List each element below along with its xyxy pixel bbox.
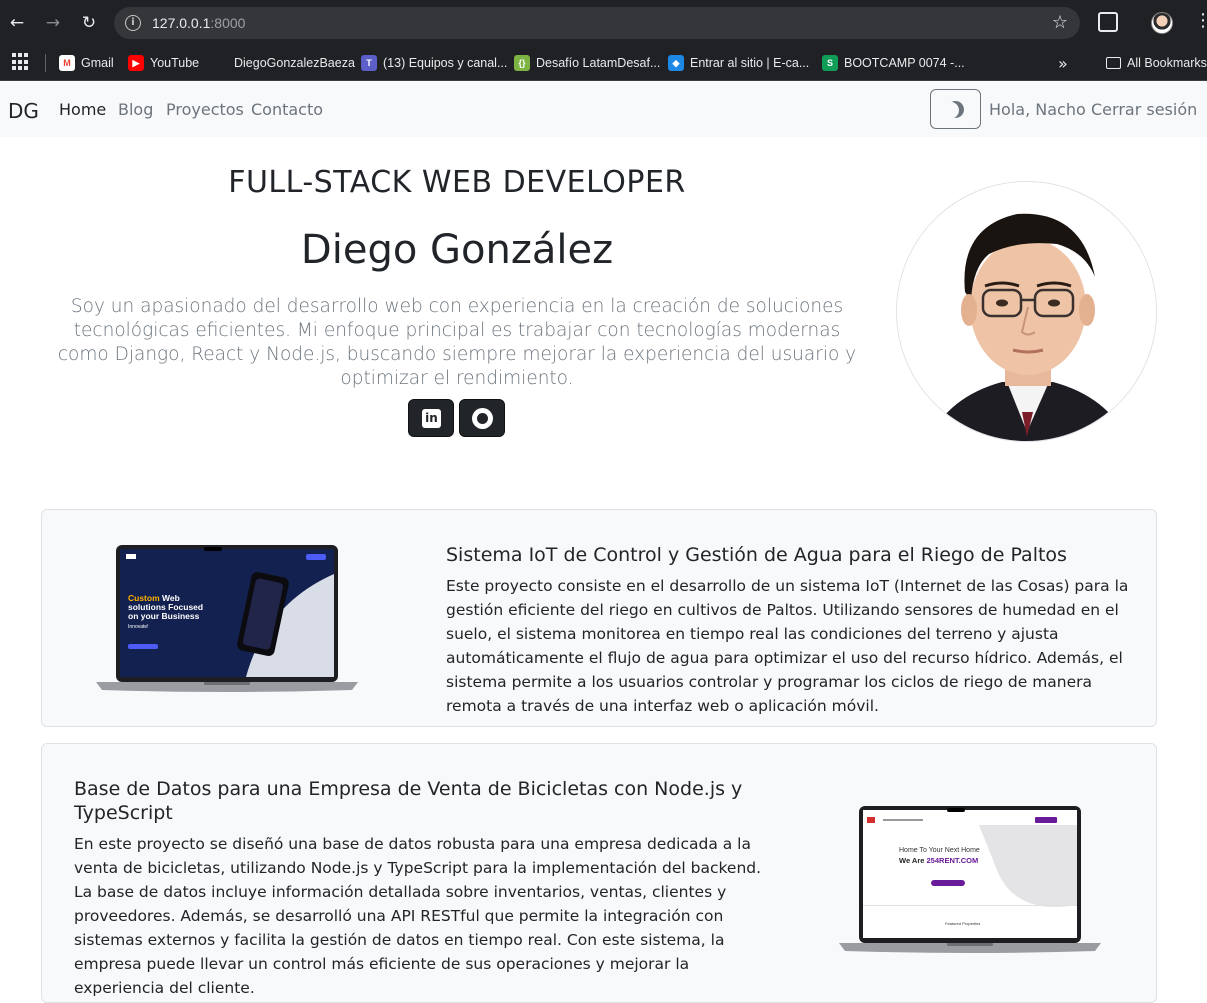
bookmark-teams[interactable]: T (13) Equipos y canal... xyxy=(361,52,507,74)
gmail-icon: M xyxy=(59,55,75,71)
bookmark-diego[interactable]: DiegoGonzalezBaeza xyxy=(212,52,355,74)
blank-favicon xyxy=(212,55,228,71)
browser-toolbar: ← → ↻ i 127.0.0.1:8000 ☆ ⋮ xyxy=(0,0,1207,46)
address-bar[interactable]: i 127.0.0.1:8000 ☆ xyxy=(114,7,1080,39)
page: DG Home Blog Proyectos Contacto Hola, Na… xyxy=(0,81,1207,1003)
brand-logo[interactable]: DG xyxy=(8,99,39,123)
bookmark-ecampus[interactable]: ◆ Entrar al sitio | E-ca... xyxy=(668,52,809,74)
project-title: Sistema IoT de Control y Gestión de Agua… xyxy=(446,544,1067,566)
bookmarks-bar: M Gmail ▶ YouTube DiegoGonzalezBaeza T (13)… xyxy=(0,46,1207,81)
hero-subtitle: FULL-STACK WEB DEVELOPER xyxy=(228,165,686,200)
site-info-icon[interactable]: i xyxy=(125,15,141,31)
nav-home[interactable]: Home xyxy=(59,100,106,119)
github-icon xyxy=(472,408,493,429)
project-description: En este proyecto se diseñó una base de d… xyxy=(74,835,762,997)
sharepoint-icon: S xyxy=(822,55,838,71)
nav-blog[interactable]: Blog xyxy=(118,100,153,119)
url-host: 127.0.0.1 xyxy=(152,15,211,31)
project-card: Custom Web solutions Focused on your Bus… xyxy=(41,509,1157,727)
apps-grid-icon[interactable] xyxy=(12,53,30,71)
folder-icon xyxy=(1106,57,1121,69)
project-laptop-image: Home To Your Next Home We Are 254RENT.CO… xyxy=(839,805,1101,959)
bookmark-star-icon[interactable]: ☆ xyxy=(1052,12,1068,33)
nav-contacto[interactable]: Contacto xyxy=(251,100,323,119)
youtube-icon: ▶ xyxy=(128,55,144,71)
bookmark-bootcamp[interactable]: S BOOTCAMP 0074 -... xyxy=(822,52,965,74)
github-button[interactable] xyxy=(459,399,505,437)
url-text[interactable]: 127.0.0.1:8000 xyxy=(152,15,245,31)
hero-name: Diego González xyxy=(300,227,614,273)
nav-proyectos[interactable]: Proyectos xyxy=(166,100,244,119)
greeting[interactable]: Hola, Nacho xyxy=(989,100,1086,119)
svg-text:Innovate!: Innovate! xyxy=(128,624,149,630)
linkedin-button[interactable]: in xyxy=(408,399,454,437)
logout-link[interactable]: Cerrar sesión xyxy=(1091,100,1197,119)
moon-icon xyxy=(945,99,967,121)
project-description: Este proyecto consiste en el desarrollo … xyxy=(446,577,1129,715)
project-title: Base de Datos para una Empresa de Venta … xyxy=(74,778,743,824)
site-navbar: DG Home Blog Proyectos Contacto Hola, Na… xyxy=(0,81,1207,137)
more-bookmarks-icon[interactable]: » xyxy=(1058,54,1068,73)
bookmark-youtube[interactable]: ▶ YouTube xyxy=(128,52,199,74)
svg-text:Featured Properties: Featured Properties xyxy=(945,921,980,926)
hero-bio: Soy un apasionado del desarrollo web con… xyxy=(57,296,857,389)
linkedin-icon: in xyxy=(422,409,441,428)
svg-text:Home To Your Next Home: Home To Your Next Home xyxy=(899,847,980,854)
svg-text:We Are 254RENT.COM: We Are 254RENT.COM xyxy=(899,856,978,865)
bookmark-gmail[interactable]: M Gmail xyxy=(59,52,114,74)
svg-text:on your Business: on your Business xyxy=(128,611,200,621)
menu-kebab-icon[interactable]: ⋮ xyxy=(1194,10,1207,31)
teams-icon: T xyxy=(361,55,377,71)
extensions-icon[interactable] xyxy=(1098,12,1118,32)
bookmark-desafio[interactable]: {} Desafío LatamDesaf... xyxy=(514,52,660,74)
url-port: :8000 xyxy=(210,15,246,31)
project-card: Base de Datos para una Empresa de Venta … xyxy=(41,743,1157,1003)
profile-photo xyxy=(896,181,1157,442)
all-bookmarks[interactable]: All Bookmarks xyxy=(1106,52,1207,74)
bookmarks-separator xyxy=(45,54,46,72)
theme-toggle-button[interactable] xyxy=(930,89,981,129)
project-laptop-image: Custom Web solutions Focused on your Bus… xyxy=(96,544,358,698)
back-icon[interactable]: ← xyxy=(6,12,28,34)
forward-icon[interactable]: → xyxy=(42,12,64,34)
cube-icon: ◆ xyxy=(668,55,684,71)
profile-avatar[interactable] xyxy=(1151,12,1173,34)
desafio-icon: {} xyxy=(514,55,530,71)
reload-icon[interactable]: ↻ xyxy=(78,12,100,34)
